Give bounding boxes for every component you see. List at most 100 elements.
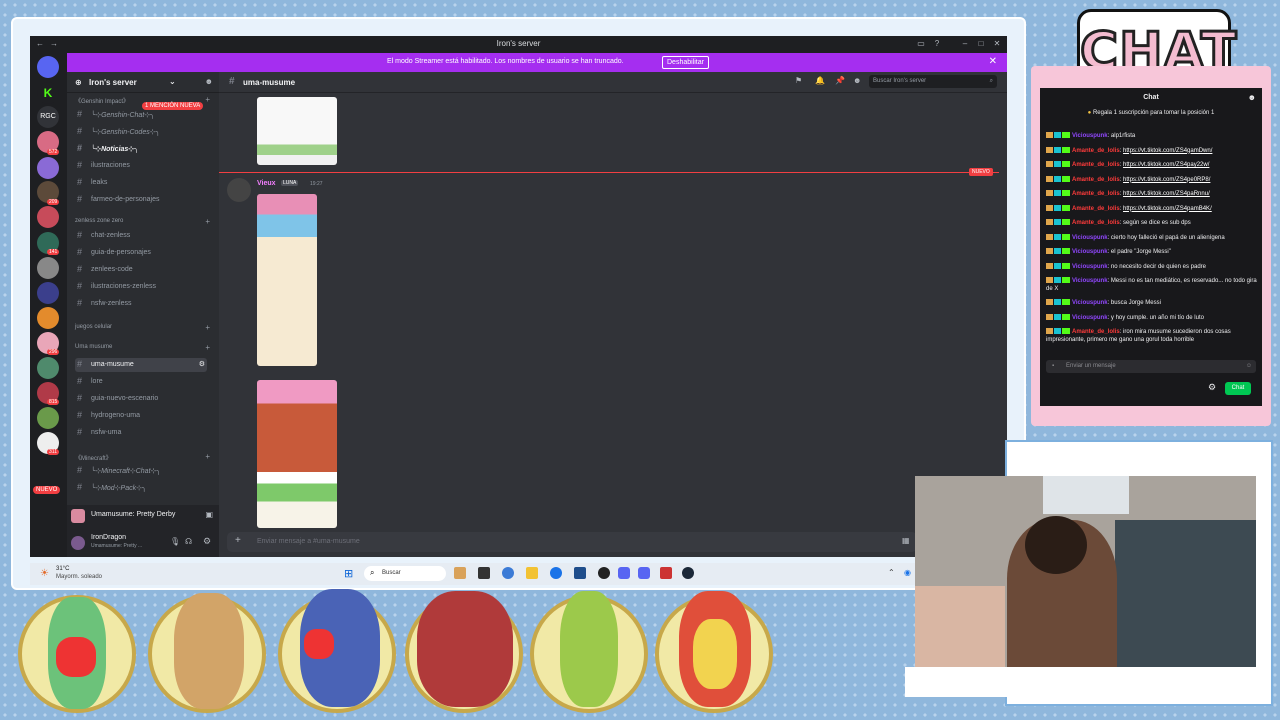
attachment-image[interactable] [257, 194, 317, 366]
channel-nsfw-uma[interactable]: # nsfw-uma [75, 426, 207, 440]
microphone-icon[interactable]: 🎙 [170, 537, 180, 546]
category-uma[interactable]: Uma musume [75, 344, 112, 350]
add-channel-icon[interactable]: + [205, 343, 210, 352]
chat-username[interactable]: Viciouspunk [1072, 235, 1108, 241]
chat-username[interactable]: Amante_de_lolis [1072, 162, 1120, 168]
obs-icon[interactable] [598, 567, 610, 579]
channel-genshin-chat[interactable]: # ╰⊹Genshin-Chat⊹╮ [75, 108, 207, 122]
tray-chevron-icon[interactable]: ⌃ [888, 568, 895, 577]
channel-hydrogeno-uma[interactable]: # hydrogeno-uma [75, 409, 207, 423]
kick-icon[interactable]: K [37, 82, 59, 104]
chat-input[interactable]: ▪ Enviar un mensaje ☺ [1046, 360, 1256, 373]
category-minecraft[interactable]: 《Minecraft》 [75, 453, 112, 462]
channel-genshin-codes[interactable]: # ╰⊹Genshin-Codes⊹╮ [75, 125, 207, 139]
channel-leaks[interactable]: # leaks [75, 176, 207, 190]
settings-gear-icon[interactable]: ⚙ [199, 360, 205, 368]
channel-lore[interactable]: # lore [75, 375, 207, 389]
windows-start-icon[interactable]: ⊞ [344, 567, 353, 580]
chat-username[interactable]: Viciouspunk [1072, 133, 1108, 139]
channel-guia-personajes[interactable]: # guia-de-personajes [75, 246, 207, 260]
server-icon-10[interactable] [37, 357, 59, 379]
steam-icon[interactable] [682, 567, 694, 579]
maximize-icon[interactable]: □ [975, 39, 987, 49]
user-settings-icon[interactable]: ⚙ [203, 536, 211, 547]
threads-icon[interactable]: ⚑ [795, 76, 802, 85]
server-header[interactable]: ⊕ Iron's server ⌄ ☻ [67, 72, 219, 93]
message-author[interactable]: Vieux [257, 180, 276, 187]
app-icon[interactable] [574, 567, 586, 579]
channel-ilustraciones[interactable]: # ilustraciones [75, 159, 207, 173]
chat-settings-icon[interactable]: ⚙ [1208, 382, 1216, 393]
app-icon[interactable] [660, 567, 672, 579]
home-icon[interactable] [37, 56, 59, 78]
channel-minecraft-chat[interactable]: # ╰⊹Minecraft⊹Chat⊹╮ [75, 464, 207, 478]
server-icon-12[interactable] [37, 407, 59, 429]
disable-streamer-button[interactable]: Deshabilitar [662, 56, 709, 69]
chrome-icon[interactable] [550, 567, 562, 579]
chat-username[interactable]: Viciouspunk [1072, 300, 1108, 306]
edge-icon[interactable] [502, 567, 514, 579]
server-icon-4[interactable] [37, 206, 59, 228]
category-genshin[interactable]: 《Genshin Impact》 [75, 96, 129, 105]
chat-username[interactable]: Amante_de_lolis [1072, 220, 1120, 226]
chat-link[interactable]: https://vt.tiktok.com/ZS4pamB4K/ [1123, 206, 1212, 212]
help-icon[interactable]: ? [931, 39, 943, 49]
pin-icon[interactable]: 📌 [835, 76, 845, 85]
server-icon-7[interactable] [37, 282, 59, 304]
server-icon-2[interactable] [37, 157, 59, 179]
headphones-icon[interactable]: ☊ [185, 537, 192, 546]
server-rgc-icon[interactable]: RGC [37, 106, 59, 128]
member-list-icon[interactable]: ☻ [853, 76, 861, 85]
gift-icon[interactable]: ▦ [902, 536, 910, 545]
attachment-image[interactable] [257, 380, 337, 528]
chat-username[interactable]: Amante_de_lolis [1072, 206, 1120, 212]
discord-icon[interactable] [638, 567, 650, 579]
chat-link[interactable]: https://vt.tiktok.com/ZS4pe0RP8/ [1123, 177, 1210, 183]
app-icon[interactable] [618, 567, 630, 579]
screen-share-icon[interactable]: ▣ [205, 510, 213, 519]
add-channel-icon[interactable]: + [205, 323, 210, 332]
chat-username[interactable]: Viciouspunk [1072, 249, 1108, 255]
tray-icon[interactable]: ◉ [904, 568, 911, 577]
channel-uma-musume[interactable]: # uma-musume ⚙ [75, 358, 207, 372]
users-icon[interactable]: ☻ [1248, 93, 1256, 102]
category-juegos[interactable]: juegos celular [75, 324, 112, 330]
sub-prompt[interactable]: ● Regala 1 suscripción para tomar la pos… [1040, 110, 1262, 122]
minimize-icon[interactable]: – [959, 39, 971, 49]
server-icon-8[interactable] [37, 307, 59, 329]
notification-bell-icon[interactable]: 🔔 [815, 76, 825, 85]
chat-username[interactable]: Amante_de_lolis [1072, 177, 1120, 183]
app-icon[interactable] [454, 567, 466, 579]
chat-link[interactable]: https://vt.tiktok.com/ZS4gamDwn/ [1123, 148, 1212, 154]
channel-chat-zenless[interactable]: # chat-zenless [75, 229, 207, 243]
close-banner-icon[interactable]: ✕ [989, 56, 997, 67]
channel-nsfw-zenless[interactable]: # nsfw-zenless [75, 297, 207, 311]
channel-ilustraciones-zenless[interactable]: # ilustraciones-zenless [75, 280, 207, 294]
channel-guia-nuevo-escenario[interactable]: # guia-nuevo-escenario [75, 392, 207, 406]
avatar[interactable] [227, 178, 251, 202]
add-channel-icon[interactable]: + [205, 452, 210, 461]
add-member-icon[interactable]: ☻ [205, 77, 213, 86]
chat-link[interactable]: https://vt.tiktok.com/ZS4pay22w/ [1123, 162, 1209, 168]
channel-farmeo[interactable]: # farmeo-de-personajes [75, 193, 207, 207]
taskbar-search[interactable]: ⌕ Buscar [364, 566, 446, 581]
chat-username[interactable]: Viciouspunk [1072, 315, 1108, 321]
channel-noticias[interactable]: # ╰⊹Noticias⊹╮ [75, 142, 207, 156]
add-attachment-icon[interactable]: + [235, 535, 241, 546]
emote-icon[interactable]: ☺ [1246, 360, 1252, 373]
chat-username[interactable]: Viciouspunk [1072, 278, 1108, 284]
channel-mod-pack[interactable]: # ╰⊹Mod⊹Pack⊹╮ [75, 481, 207, 495]
server-icon-6[interactable] [37, 257, 59, 279]
file-explorer-icon[interactable] [526, 567, 538, 579]
channel-zenlees-code[interactable]: # zenlees-code [75, 263, 207, 277]
add-channel-icon[interactable]: + [205, 95, 210, 104]
app-icon[interactable] [478, 567, 490, 579]
chat-username[interactable]: Amante_de_lolis [1072, 191, 1120, 197]
chat-send-button[interactable]: Chat [1225, 382, 1251, 395]
chat-username[interactable]: Amante_de_lolis [1072, 148, 1120, 154]
close-icon[interactable]: ✕ [991, 39, 1003, 49]
category-zenless[interactable]: zenless zone zero [75, 218, 123, 224]
chat-link[interactable]: https://vt.tiktok.com/ZS4paRnnu/ [1123, 191, 1210, 197]
add-channel-icon[interactable]: + [205, 217, 210, 226]
chat-username[interactable]: Viciouspunk [1072, 264, 1108, 270]
